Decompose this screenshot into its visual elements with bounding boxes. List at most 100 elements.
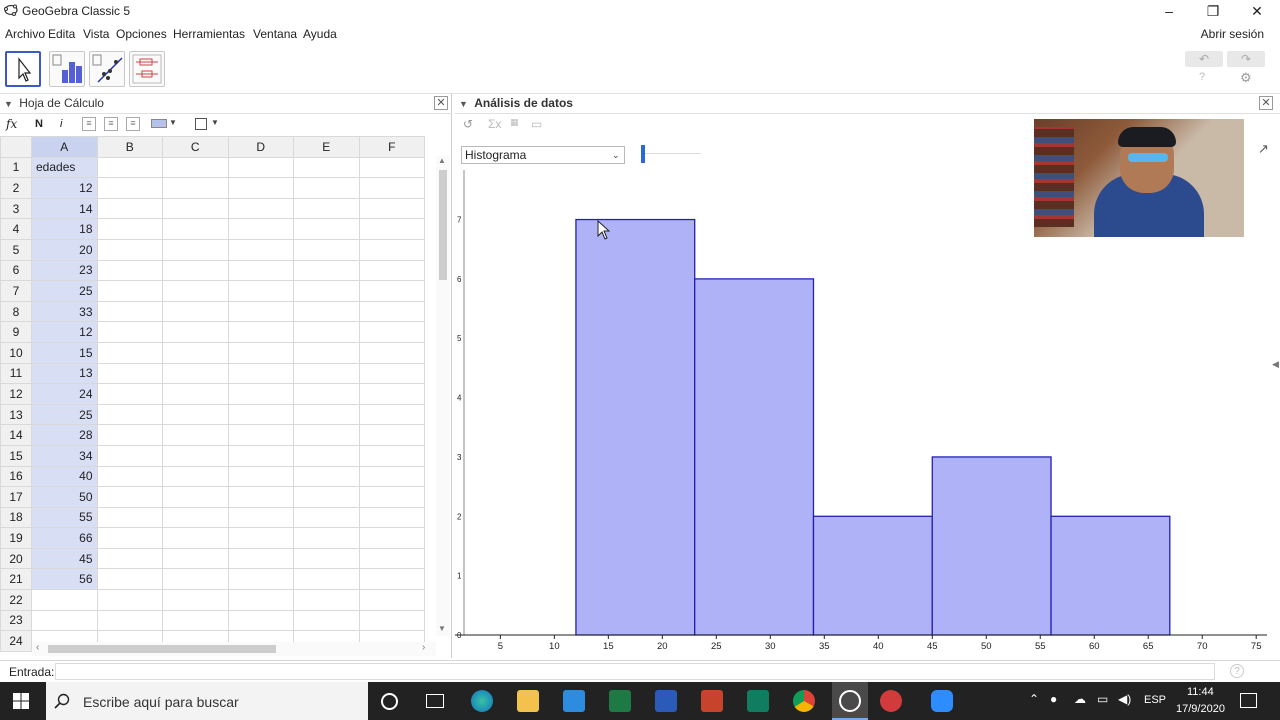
horizontal-scrollbar[interactable]: ‹ › — [32, 642, 436, 656]
maximize-button[interactable]: ❐ — [1190, 0, 1236, 22]
cell[interactable] — [358, 527, 425, 549]
excel-icon[interactable] — [609, 690, 631, 712]
windows-start-icon[interactable] — [13, 693, 29, 709]
cell[interactable] — [96, 177, 163, 199]
cell-a[interactable]: 34 — [31, 444, 98, 467]
screen-recorder-icon[interactable] — [880, 690, 902, 712]
publisher-icon[interactable] — [747, 690, 769, 712]
network-icon[interactable]: ▭ — [1097, 692, 1108, 706]
chrome-icon[interactable] — [793, 690, 815, 712]
cell[interactable] — [358, 444, 425, 467]
cell[interactable] — [162, 486, 229, 508]
cell[interactable] — [162, 280, 229, 302]
cell[interactable] — [96, 197, 163, 220]
collapse-triangle-icon[interactable]: ▼ — [4, 99, 13, 109]
row-header[interactable]: 19 — [0, 527, 32, 549]
input-bar-toggle-button[interactable]: fx — [6, 117, 17, 131]
cell[interactable] — [293, 403, 360, 426]
cell[interactable] — [227, 259, 294, 282]
expand-side-icon[interactable]: ◀ — [1272, 359, 1279, 370]
column-header-b[interactable]: B — [96, 136, 163, 158]
cell[interactable] — [293, 486, 360, 508]
two-variable-analysis-button[interactable] — [89, 51, 125, 87]
cell[interactable] — [96, 280, 163, 302]
input-field[interactable] — [55, 663, 1215, 680]
cell[interactable] — [358, 424, 425, 446]
clock-date[interactable]: 17/9/2020 — [1176, 703, 1225, 715]
cell-a[interactable]: 20 — [31, 238, 98, 261]
row-header[interactable]: 7 — [0, 280, 32, 302]
cell-a[interactable]: 28 — [31, 424, 98, 446]
cell[interactable] — [293, 197, 360, 220]
cell[interactable] — [293, 238, 360, 261]
settings-gear-icon[interactable]: ⚙ — [1240, 70, 1252, 86]
clock-time[interactable]: 11:44 — [1187, 686, 1214, 698]
row-header[interactable]: 24 — [0, 630, 32, 652]
cell[interactable] — [358, 362, 425, 385]
cell[interactable] — [358, 238, 425, 261]
cell[interactable] — [227, 486, 294, 508]
sigma-icon[interactable]: Σx — [488, 117, 501, 131]
row-header[interactable]: 10 — [0, 341, 32, 364]
cell[interactable] — [162, 218, 229, 240]
file-explorer-icon[interactable] — [517, 690, 539, 712]
data-table-icon[interactable]: ▦ — [510, 117, 519, 128]
cell-a[interactable] — [31, 589, 98, 611]
cell[interactable] — [162, 527, 229, 549]
cell[interactable] — [358, 321, 425, 343]
cell[interactable] — [227, 321, 294, 343]
scroll-left-icon[interactable]: ‹ — [36, 642, 39, 653]
cell[interactable] — [227, 506, 294, 529]
cell[interactable] — [96, 527, 163, 549]
cell[interactable] — [227, 341, 294, 364]
row-header[interactable]: 11 — [0, 362, 32, 385]
word-icon[interactable] — [655, 690, 677, 712]
bin-width-slider-track[interactable] — [645, 153, 701, 154]
row-header[interactable]: 3 — [0, 197, 32, 220]
cell[interactable] — [227, 177, 294, 199]
cell[interactable] — [293, 218, 360, 240]
cell[interactable] — [227, 197, 294, 220]
bin-width-slider-handle[interactable] — [641, 145, 645, 163]
cell[interactable] — [227, 424, 294, 446]
volume-icon[interactable]: ◀) — [1118, 692, 1131, 706]
chevron-down-icon[interactable]: ▼ — [211, 118, 219, 127]
cell[interactable] — [162, 568, 229, 591]
cell[interactable] — [293, 527, 360, 549]
cell[interactable] — [162, 424, 229, 446]
cell[interactable] — [162, 177, 229, 199]
row-header[interactable]: 9 — [0, 321, 32, 343]
cell[interactable] — [96, 444, 163, 467]
cell-a[interactable]: edades — [31, 156, 98, 179]
cell[interactable] — [293, 321, 360, 343]
cell-a[interactable]: 55 — [31, 506, 98, 529]
cell[interactable] — [162, 465, 229, 488]
cell-a[interactable]: 12 — [31, 321, 98, 343]
column-header-f[interactable]: F — [358, 136, 425, 158]
cell[interactable] — [96, 341, 163, 364]
align-center-icon[interactable]: ≡ — [104, 117, 118, 131]
chevron-down-icon[interactable]: ▼ — [169, 118, 177, 127]
cell[interactable] — [358, 197, 425, 220]
cell[interactable] — [358, 403, 425, 426]
cell[interactable] — [358, 218, 425, 240]
taskbar-search-box[interactable]: Escribe aquí para buscar — [46, 682, 368, 720]
help-icon[interactable]: ? — [1230, 664, 1244, 678]
cell[interactable] — [96, 589, 163, 611]
cell[interactable] — [293, 609, 360, 632]
language-indicator[interactable]: ESP — [1144, 694, 1166, 706]
cell[interactable] — [96, 609, 163, 632]
menu-ayuda[interactable]: Ayuda — [303, 27, 337, 41]
cell[interactable] — [358, 568, 425, 591]
cell[interactable] — [293, 465, 360, 488]
menu-herramientas[interactable]: Herramientas — [173, 27, 245, 41]
cell[interactable] — [96, 424, 163, 446]
cell[interactable] — [96, 321, 163, 343]
cell[interactable] — [358, 547, 425, 570]
zoom-icon[interactable] — [931, 690, 953, 712]
cell[interactable] — [96, 383, 163, 405]
cloud-icon[interactable]: ☁ — [1074, 692, 1086, 706]
cell[interactable] — [358, 465, 425, 488]
cell[interactable] — [162, 259, 229, 282]
column-header-e[interactable]: E — [293, 136, 360, 158]
